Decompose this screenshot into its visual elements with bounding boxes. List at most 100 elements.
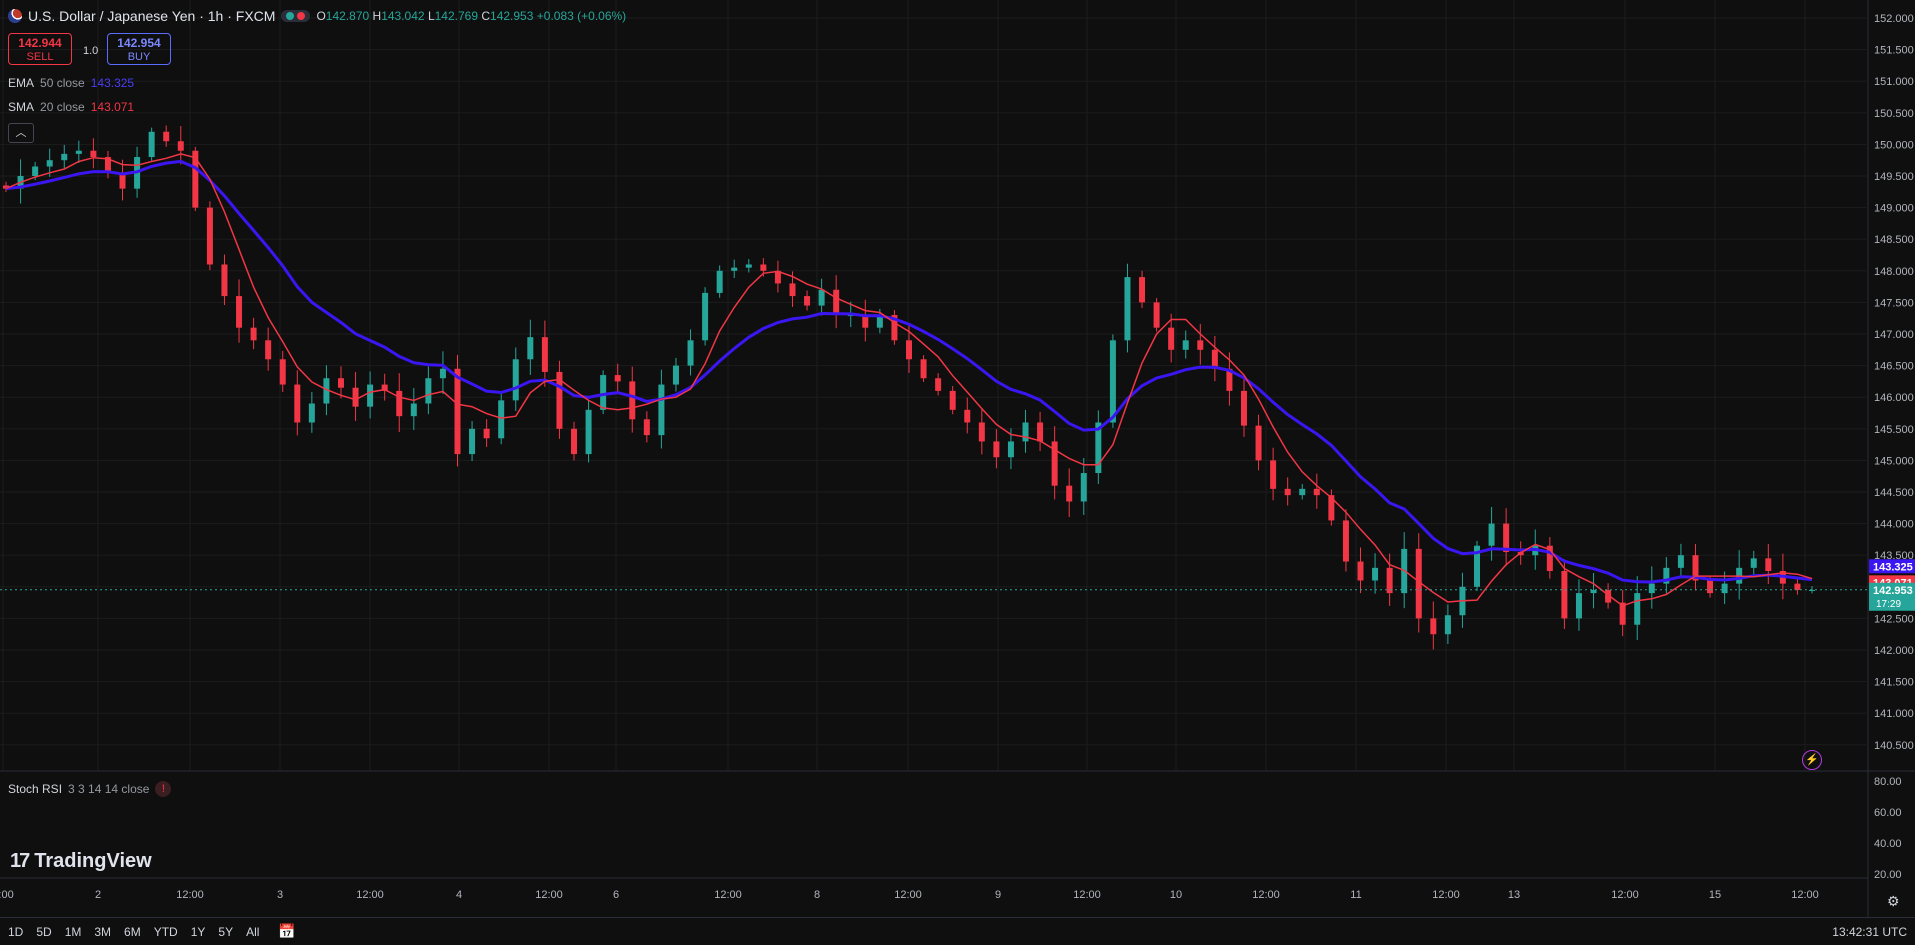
rsi-tick-label: 60.00 (1874, 807, 1902, 819)
rsi-tick-label: 20.00 (1874, 869, 1902, 881)
candle-body (439, 368, 446, 379)
candle-body (1037, 422, 1044, 442)
chart-canvas[interactable]: 152.000 151.500 151.000 150.500 150.000 149.5… (0, 0, 1915, 944)
candle-body (949, 390, 956, 410)
ema-legend[interactable]: EMA 50 close 143.325 (8, 76, 134, 90)
candle-body (1750, 558, 1757, 568)
range-button-1d[interactable]: 1D (8, 925, 23, 939)
candle-body (585, 409, 592, 455)
candle-body (687, 340, 694, 366)
time-tick-label: 12:00 (356, 889, 384, 901)
candle-body (1794, 583, 1801, 590)
candle-body (804, 296, 811, 306)
candle-body (1022, 422, 1029, 442)
price-tick-label: 149.500 (1874, 171, 1914, 183)
time-tick-label: 12:00 (714, 889, 742, 901)
price-tick-label: 152.000 (1874, 13, 1914, 25)
candle-body (1197, 340, 1204, 350)
candle-body (1721, 583, 1728, 594)
time-tick-label: 12:00 (1791, 889, 1819, 901)
range-button-1m[interactable]: 1M (65, 925, 82, 939)
collapse-legend-button[interactable]: ︿ (8, 123, 34, 143)
price-tick-label: 151.500 (1874, 45, 1914, 57)
candle-body (1677, 555, 1684, 568)
lightning-icon[interactable]: ⚡ (1802, 750, 1822, 770)
time-tick-label: 12:00 (535, 889, 563, 901)
candle-body (818, 289, 825, 306)
range-button-5y[interactable]: 5Y (218, 925, 233, 939)
range-button-3m[interactable]: 3M (94, 925, 111, 939)
range-button-5d[interactable]: 5D (36, 925, 51, 939)
candle-body (1357, 561, 1364, 581)
candle-body (75, 150, 82, 154)
close-label: C (481, 9, 491, 23)
candle-body (672, 365, 679, 385)
candle-body (1634, 593, 1641, 625)
symbol-legend[interactable]: U.S. Dollar / Japanese Yen · 1h · FXCM O… (8, 8, 626, 24)
candle-body (760, 264, 767, 271)
buy-button[interactable]: 142.954 BUY (107, 33, 171, 65)
low-label: L (427, 9, 435, 23)
price-tick-label: 150.000 (1874, 139, 1914, 151)
candle-body (1561, 571, 1568, 619)
sell-button[interactable]: 142.944 SELL (8, 33, 72, 65)
candle-body (527, 337, 534, 360)
time-tick-label: 12:00 (176, 889, 204, 901)
market-status-pill[interactable] (281, 10, 311, 22)
lot-size[interactable]: 1.0 (83, 45, 98, 57)
rsi-tick-label: 80.00 (1874, 776, 1902, 788)
price-tick-label: 148.500 (1874, 234, 1914, 246)
change-value: +0.083 (+0.06%) (536, 9, 627, 23)
ema-price-tag-label: 143.325 (1873, 561, 1913, 573)
gear-icon[interactable]: ⚙ (1887, 893, 1900, 910)
candle-body (993, 441, 1000, 458)
logo-text: TradingView (34, 850, 152, 872)
candle-body (1313, 488, 1320, 496)
time-tick-label: 11 (1350, 889, 1361, 901)
candle-body (61, 153, 68, 161)
price-tick-label: 149.000 (1874, 203, 1914, 215)
candle-body (1707, 580, 1714, 594)
candle-body (469, 428, 476, 455)
candle-body (352, 387, 359, 407)
candle-body (1139, 277, 1146, 303)
sell-price: 142.944 (18, 36, 62, 50)
candle-body (1342, 520, 1349, 562)
candle-body (614, 375, 621, 382)
time-tick-label: 9 (995, 889, 1001, 901)
ema-name: EMA (8, 76, 35, 90)
candle-body (236, 296, 243, 328)
candle-body (1255, 425, 1262, 461)
price-tick-label: 141.000 (1874, 708, 1914, 720)
candle-body (1444, 615, 1451, 635)
candle-body (294, 384, 301, 423)
stoch-rsi-legend[interactable]: Stoch RSI 3 3 14 14 close ! (8, 781, 172, 797)
high-value: 143.042 (381, 9, 425, 23)
usd-flag-icon (8, 9, 22, 23)
candle-body (833, 289, 840, 316)
price-tick-label: 151.000 (1874, 76, 1914, 88)
rsi-name: Stoch RSI (8, 782, 63, 796)
price-tick-label: 146.500 (1874, 361, 1914, 373)
time-tick-label: 12:00 (1611, 889, 1639, 901)
tradingview-mark-icon: 17 (10, 850, 30, 872)
candle-body (1182, 340, 1189, 350)
range-button-ytd[interactable]: YTD (154, 925, 178, 939)
sma-legend[interactable]: SMA 20 close 143.071 (8, 100, 134, 114)
time-tick-label: 12:00 (1073, 889, 1101, 901)
candle-body (454, 368, 461, 455)
calendar-icon[interactable]: 📅 (278, 923, 295, 940)
range-buttons: 1D 5D 1M 3M 6M YTD 1Y 5Y All (0, 925, 264, 939)
candle-body (265, 340, 272, 360)
range-button-6m[interactable]: 6M (124, 925, 141, 939)
utc-clock[interactable]: 13:42:31 UTC (1832, 925, 1907, 939)
range-button-1y[interactable]: 1Y (191, 925, 206, 939)
candle-body (90, 150, 97, 158)
time-tick-label: 6 (613, 889, 619, 901)
tradingview-logo[interactable]: 17 TradingView (10, 850, 152, 873)
range-button-all[interactable]: All (246, 925, 259, 939)
price-tick-label: 142.500 (1874, 613, 1914, 625)
warning-icon[interactable]: ! (155, 781, 172, 797)
symbol-title[interactable]: U.S. Dollar / Japanese Yen · 1h · FXCM (28, 8, 275, 24)
candle-body (367, 384, 374, 407)
